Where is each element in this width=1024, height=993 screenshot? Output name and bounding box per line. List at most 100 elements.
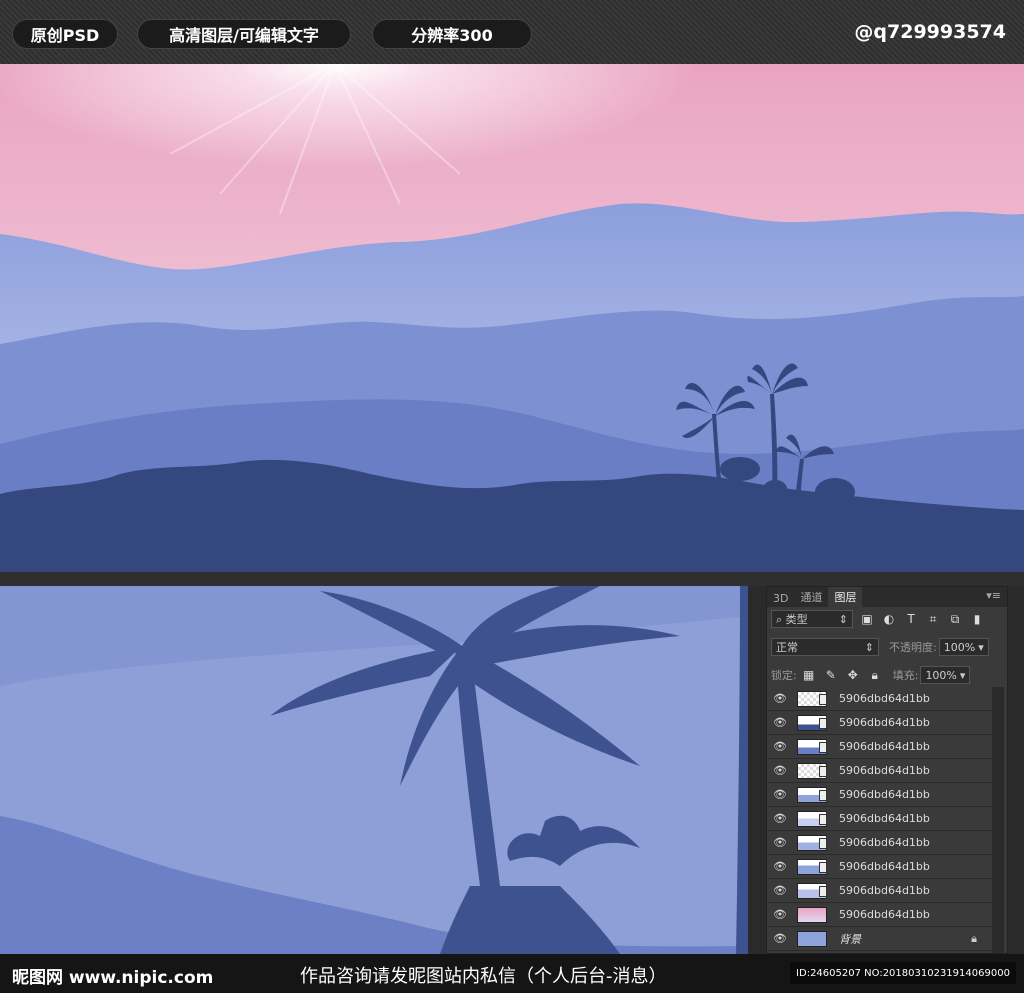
layer-thumbnail: [797, 786, 827, 803]
opacity-field[interactable]: 100% ▾: [938, 638, 989, 656]
lock-pixels-icon[interactable]: ✎: [823, 667, 839, 683]
zoomed-detail-artwork: [0, 586, 748, 954]
layer-thumbnail: [797, 882, 827, 899]
smart-object-icon: [819, 741, 827, 753]
layer-thumbnail: [797, 714, 827, 731]
layer-name: 背景: [839, 932, 861, 946]
opacity-value: 100%: [943, 640, 976, 654]
opacity-label: 不透明度:: [889, 641, 937, 654]
visibility-eye-icon[interactable]: 👁︎: [769, 932, 791, 945]
layer-name: 5906dbd64d1bb: [839, 884, 930, 897]
layer-row[interactable]: 👁︎ 5906dbd64d1bb: [769, 807, 991, 831]
layer-row[interactable]: 👁︎ 5906dbd64d1bb: [769, 879, 991, 903]
layer-row[interactable]: 👁︎ 5906dbd64d1bb: [769, 783, 991, 807]
visibility-eye-icon[interactable]: 👁︎: [769, 860, 791, 873]
layer-name: 5906dbd64d1bb: [839, 740, 930, 753]
panel-tabs: 3D 通道 图层 ▾≡: [767, 587, 1007, 607]
chevron-down-icon: ▾: [978, 640, 984, 654]
top-banner: 原创PSD 高清图层/可编辑文字 分辨率300 @q729993574: [0, 0, 1024, 64]
layer-name: 5906dbd64d1bb: [839, 836, 930, 849]
spinner-icon: ⇕: [838, 612, 848, 626]
blend-mode-select[interactable]: 正常 ⇕: [771, 638, 879, 656]
visibility-eye-icon[interactable]: 👁︎: [769, 836, 791, 849]
badge-layers-editable: 高清图层/可编辑文字: [137, 19, 351, 49]
filter-kind-select[interactable]: ⌕ 类型 ⇕: [771, 610, 853, 628]
layer-thumbnail: [797, 930, 827, 947]
visibility-eye-icon[interactable]: 👁︎: [769, 884, 791, 897]
layer-thumbnail: [797, 906, 827, 923]
shape-filter-icon[interactable]: ⌗: [925, 611, 941, 627]
image-filter-icon[interactable]: ▣: [859, 611, 875, 627]
footer-bar: 昵图网 www.nipic.com 作品咨询请发昵图站内私信（个人后台-消息） …: [0, 954, 1024, 993]
layer-row[interactable]: 👁︎ 5906dbd64d1bb: [769, 855, 991, 879]
smart-object-icon: [819, 813, 827, 825]
layer-row[interactable]: 👁︎ 5906dbd64d1bb: [769, 759, 991, 783]
fill-label: 填充:: [892, 669, 919, 682]
blend-mode-value: 正常: [776, 641, 798, 654]
layer-list-scrollbar[interactable]: [992, 687, 1004, 953]
layer-name: 5906dbd64d1bb: [839, 812, 930, 825]
tab-channels[interactable]: 通道: [794, 587, 828, 607]
site-logo: 昵图网 www.nipic.com: [12, 968, 214, 988]
contact-notice: 作品咨询请发昵图站内私信（个人后台-消息）: [300, 966, 667, 987]
author-handle: @q729993574: [854, 21, 1006, 43]
landscape-artwork: [0, 64, 1024, 572]
visibility-eye-icon[interactable]: 👁︎: [769, 764, 791, 777]
lock-position-icon[interactable]: ✥: [845, 667, 861, 683]
visibility-eye-icon[interactable]: 👁︎: [769, 716, 791, 729]
lock-row: 锁定: ▦ ✎ ✥ 🔒︎ 填充: 100% ▾: [771, 665, 971, 685]
smart-object-icon: [819, 717, 827, 729]
layer-thumbnail: [797, 834, 827, 851]
layer-row[interactable]: 👁︎ 5906dbd64d1bb: [769, 735, 991, 759]
layer-row[interactable]: 👁︎ 5906dbd64d1bb: [769, 711, 991, 735]
layer-row[interactable]: 👁︎ 5906dbd64d1bb: [769, 831, 991, 855]
blend-row: 正常 ⇕ 不透明度: 100% ▾: [771, 637, 989, 657]
layer-name: 5906dbd64d1bb: [839, 692, 930, 705]
smart-object-icon: [819, 693, 827, 705]
layer-name: 5906dbd64d1bb: [839, 860, 930, 873]
filter-toggle-icon[interactable]: ▮: [969, 611, 985, 627]
fill-field[interactable]: 100% ▾: [920, 666, 971, 684]
search-icon: ⌕: [776, 613, 783, 626]
smart-object-icon: [819, 861, 827, 873]
lock-label: 锁定:: [771, 669, 797, 682]
visibility-eye-icon[interactable]: 👁︎: [769, 788, 791, 801]
layer-name: 5906dbd64d1bb: [839, 908, 930, 921]
filter-kind-label: 类型: [785, 613, 808, 626]
lock-transparent-icon[interactable]: ▦: [801, 667, 817, 683]
layer-thumbnail: [797, 690, 827, 707]
panel-menu-icon[interactable]: ▾≡: [986, 589, 1001, 602]
layer-thumbnail: [797, 762, 827, 779]
layer-row[interactable]: 👁︎ 5906dbd64d1bb: [769, 903, 991, 927]
fill-value: 100%: [925, 668, 957, 682]
smart-object-filter-icon[interactable]: ⧉: [947, 611, 963, 627]
badge-resolution: 分辨率300: [372, 19, 532, 49]
layer-name: 5906dbd64d1bb: [839, 788, 930, 801]
lock-all-icon[interactable]: 🔒︎: [867, 667, 883, 683]
chevron-down-icon: ▾: [959, 668, 966, 682]
adjustment-filter-icon[interactable]: ◐: [881, 611, 897, 627]
visibility-eye-icon[interactable]: 👁︎: [769, 812, 791, 825]
layer-list: 👁︎ 5906dbd64d1bb 👁︎ 5906dbd64d1bb 👁︎ 5906db…: [769, 687, 991, 951]
visibility-eye-icon[interactable]: 👁︎: [769, 908, 791, 921]
spinner-icon: ⇕: [864, 640, 874, 654]
badge-original-psd: 原创PSD: [12, 19, 118, 49]
tab-layers[interactable]: 图层: [828, 587, 863, 607]
layer-thumbnail: [797, 858, 827, 875]
smart-object-icon: [819, 837, 827, 849]
smart-object-icon: [819, 789, 827, 801]
section-divider: [0, 572, 1024, 586]
visibility-eye-icon[interactable]: 👁︎: [769, 692, 791, 705]
visibility-eye-icon[interactable]: 👁︎: [769, 740, 791, 753]
lock-icon: 🔒︎: [971, 931, 977, 945]
layer-name: 5906dbd64d1bb: [839, 716, 930, 729]
layer-thumbnail: [797, 810, 827, 827]
type-filter-icon[interactable]: T: [903, 611, 919, 627]
smart-object-icon: [819, 885, 827, 897]
layers-panel: 3D 通道 图层 ▾≡ ⌕ 类型 ⇕ ▣ ◐ T ⌗ ⧉ ▮ 正常 ⇕ 不透明度…: [766, 586, 1008, 954]
tab-3d[interactable]: 3D: [767, 590, 794, 607]
layer-row[interactable]: 👁︎ 5906dbd64d1bb: [769, 687, 991, 711]
background-layer-row[interactable]: 👁︎ 背景 🔒︎: [769, 927, 991, 951]
layer-name: 5906dbd64d1bb: [839, 764, 930, 777]
filter-row: ⌕ 类型 ⇕ ▣ ◐ T ⌗ ⧉ ▮: [771, 609, 985, 629]
